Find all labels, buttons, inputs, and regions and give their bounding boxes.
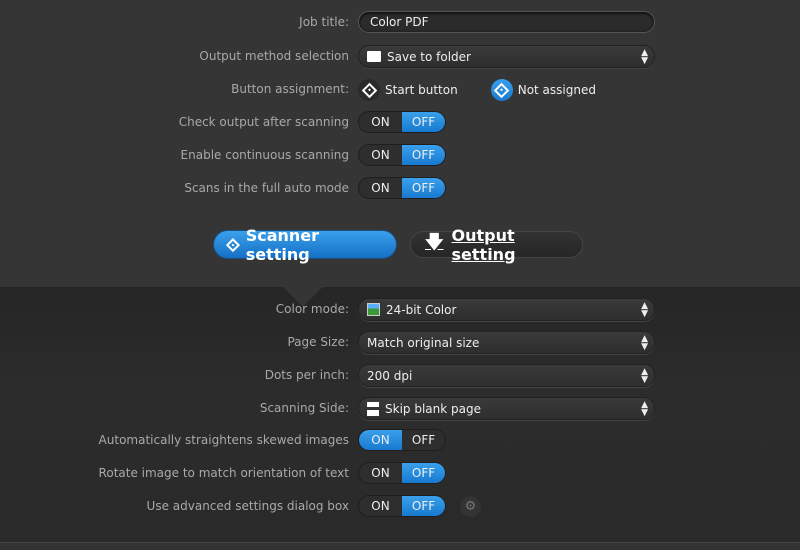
advanced-settings-label: Use advanced settings dialog box: [146, 499, 349, 513]
toggle-on[interactable]: ON: [359, 178, 402, 198]
full-auto-label: Scans in the full auto mode: [184, 181, 349, 195]
color-mode-row: Color mode: 24-bit Color ▲ ▼: [0, 298, 800, 322]
output-method-row: Output method selection Save to folder ▲…: [0, 45, 800, 69]
scanning-side-row: Scanning Side: Skip blank page ▲ ▼: [0, 397, 800, 421]
toggle-row: Automatically straightens skewed images …: [0, 429, 800, 453]
color-image-icon: [367, 303, 380, 316]
straighten-toggle[interactable]: ON OFF: [358, 429, 446, 451]
start-icon: [493, 82, 510, 98]
color-mode-label: Color mode:: [275, 302, 349, 316]
page-size-row: Page Size: Match original size ▲ ▼: [0, 331, 800, 355]
toggle-row: Scans in the full auto mode ON OFF: [0, 177, 800, 201]
continuous-scanning-label: Enable continuous scanning: [180, 148, 349, 162]
radio-label: Start button: [385, 83, 458, 97]
toggle-off[interactable]: OFF: [402, 463, 445, 483]
updown-arrow-icon: ▲ ▼: [641, 400, 648, 418]
toggle-on[interactable]: ON: [359, 496, 402, 516]
color-mode-select[interactable]: 24-bit Color ▲ ▼: [358, 298, 655, 321]
full-auto-toggle[interactable]: ON OFF: [358, 177, 446, 199]
dpi-label: Dots per inch:: [264, 368, 349, 382]
toggle-on[interactable]: ON: [359, 430, 402, 450]
toggle-on[interactable]: ON: [359, 112, 402, 132]
start-icon: [361, 82, 377, 98]
output-method-label: Output method selection: [199, 49, 349, 63]
straighten-label: Automatically straightens skewed images: [98, 433, 349, 447]
scanner-icon: [225, 237, 240, 252]
page-size-select[interactable]: Match original size ▲ ▼: [358, 331, 655, 354]
gear-icon[interactable]: ⚙: [460, 496, 481, 517]
job-title-input[interactable]: Color PDF: [358, 11, 655, 33]
button-assignment-row: Button assignment: Start button Not assi…: [0, 78, 800, 102]
rotate-label: Rotate image to match orientation of tex…: [98, 466, 349, 480]
check-output-toggle[interactable]: ON OFF: [358, 111, 446, 133]
rotate-toggle[interactable]: ON OFF: [358, 462, 446, 484]
page-size-label: Page Size:: [287, 335, 349, 349]
tab-scanner-setting[interactable]: Scanner setting: [214, 226, 396, 264]
job-title-label: Job title:: [299, 15, 349, 29]
output-method-value: Save to folder: [387, 49, 471, 64]
toggle-on[interactable]: ON: [359, 463, 402, 483]
toggle-off[interactable]: OFF: [402, 112, 445, 132]
tab-label: Output setting: [451, 225, 516, 264]
advanced-settings-toggle[interactable]: ON OFF: [358, 495, 446, 517]
toggle-on[interactable]: ON: [359, 145, 402, 165]
toggle-row: Enable continuous scanning ON OFF: [0, 144, 800, 168]
toggle-row: Rotate image to match orientation of tex…: [0, 462, 800, 486]
select-value: 24-bit Color: [386, 302, 457, 317]
button-assignment-label: Button assignment:: [231, 82, 349, 96]
folder-icon: [367, 51, 381, 62]
check-output-label: Check output after scanning: [178, 115, 349, 129]
toggle-off[interactable]: OFF: [402, 430, 445, 450]
toggle-row: Check output after scanning ON OFF: [0, 111, 800, 135]
tab-output-setting[interactable]: 🡇 Output setting: [410, 226, 583, 264]
updown-arrow-icon: ▲ ▼: [641, 367, 648, 385]
updown-arrow-icon: ▲ ▼: [641, 334, 648, 352]
download-arrow-icon: 🡇: [425, 231, 444, 253]
select-value: 200 dpi: [367, 368, 413, 383]
radio-start-button[interactable]: Start button: [358, 79, 458, 101]
scanning-side-select[interactable]: Skip blank page ▲ ▼: [358, 397, 655, 420]
select-value: Match original size: [367, 335, 480, 350]
updown-arrow-icon: ▲ ▼: [641, 301, 648, 319]
radio-label: Not assigned: [517, 83, 596, 97]
job-title-row: Job title: Color PDF: [0, 11, 800, 35]
updown-arrow-icon: ▲ ▼: [641, 48, 648, 66]
radio-not-assigned[interactable]: Not assigned: [490, 79, 596, 101]
toggle-off[interactable]: OFF: [402, 496, 445, 516]
continuous-scanning-toggle[interactable]: ON OFF: [358, 144, 446, 166]
toggle-row: Use advanced settings dialog box ON OFF ⚙: [0, 495, 800, 519]
footer-divider: [0, 542, 800, 550]
scanning-side-label: Scanning Side:: [259, 401, 349, 415]
pages-icon: [367, 401, 379, 416]
output-method-select[interactable]: Save to folder ▲ ▼: [358, 45, 655, 68]
toggle-off[interactable]: OFF: [402, 178, 445, 198]
select-value: Skip blank page: [385, 401, 481, 416]
dpi-row: Dots per inch: 200 dpi ▲ ▼: [0, 364, 800, 388]
dpi-select[interactable]: 200 dpi ▲ ▼: [358, 364, 655, 387]
toggle-off[interactable]: OFF: [402, 145, 445, 165]
tab-label: Scanner setting: [245, 225, 320, 264]
